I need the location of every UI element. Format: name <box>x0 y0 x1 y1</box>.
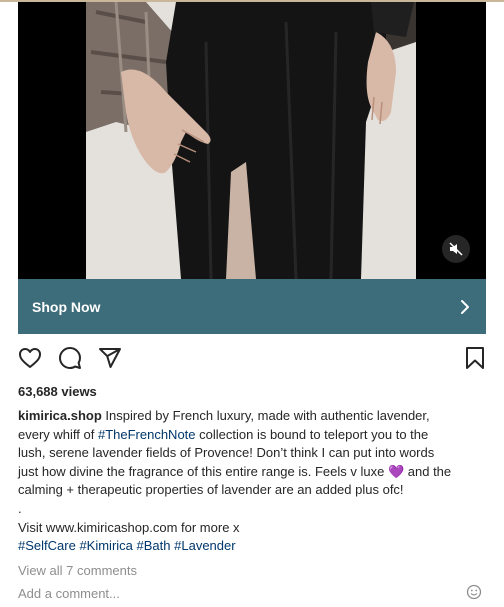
caption-line: kimirica.shop Inspired by French luxury,… <box>18 407 488 426</box>
like-button[interactable] <box>18 346 42 375</box>
caption-visit-text: Visit www.kimiricashop.com for more x <box>18 519 240 535</box>
video-frame <box>86 2 416 279</box>
hashtag-link[interactable]: #Bath <box>137 538 171 553</box>
mute-toggle-button[interactable] <box>442 235 470 263</box>
post-actions <box>18 346 486 372</box>
comment-button[interactable] <box>58 346 82 375</box>
hashtag-link[interactable]: #SelfCare <box>18 538 76 553</box>
emoji-button[interactable] <box>466 584 482 605</box>
caption-username[interactable]: kimirica.shop <box>18 408 102 423</box>
add-comment-input[interactable]: Add a comment... <box>18 586 120 601</box>
caption-text: just how divine the fragrance of this en… <box>18 463 452 479</box>
comment-icon <box>59 347 81 369</box>
caption-text: every whiff of <box>18 426 98 442</box>
view-count: 63,688 views <box>18 384 97 399</box>
chevron-right-icon <box>461 299 469 314</box>
heart-icon <box>19 348 41 368</box>
post-caption: kimirica.shop Inspired by French luxury,… <box>18 407 488 556</box>
shop-now-label: Shop Now <box>32 298 101 315</box>
caption-line: every whiff of #TheFrenchNote collection… <box>18 426 488 445</box>
hashtag-link[interactable]: #Kimirica <box>79 538 132 553</box>
share-button[interactable] <box>98 346 122 375</box>
caption-text: Inspired by French luxury, made with aut… <box>101 408 430 423</box>
hashtag-link[interactable]: #Lavender <box>174 538 235 553</box>
emoji-icon <box>466 584 482 600</box>
caption-dot: . <box>18 500 22 516</box>
view-all-comments-link[interactable]: View all 7 comments <box>18 563 137 578</box>
hashtag-link[interactable]: #TheFrenchNote <box>98 427 196 442</box>
bookmark-icon <box>466 347 484 369</box>
share-icon <box>99 348 121 368</box>
caption-text: lush, serene lavender fields of Provence… <box>18 445 435 461</box>
caption-hashtags: #SelfCare #Kimirica #Bath #Lavender <box>18 537 488 556</box>
video-still-illustration <box>86 2 416 279</box>
mute-icon <box>449 242 463 256</box>
save-button[interactable] <box>464 346 486 375</box>
shop-now-button[interactable]: Shop Now <box>18 279 486 334</box>
post-video[interactable] <box>18 2 486 279</box>
caption-text: calming + therapeutic properties of lave… <box>18 482 404 498</box>
caption-text: collection is bound to teleport you to t… <box>195 426 429 442</box>
